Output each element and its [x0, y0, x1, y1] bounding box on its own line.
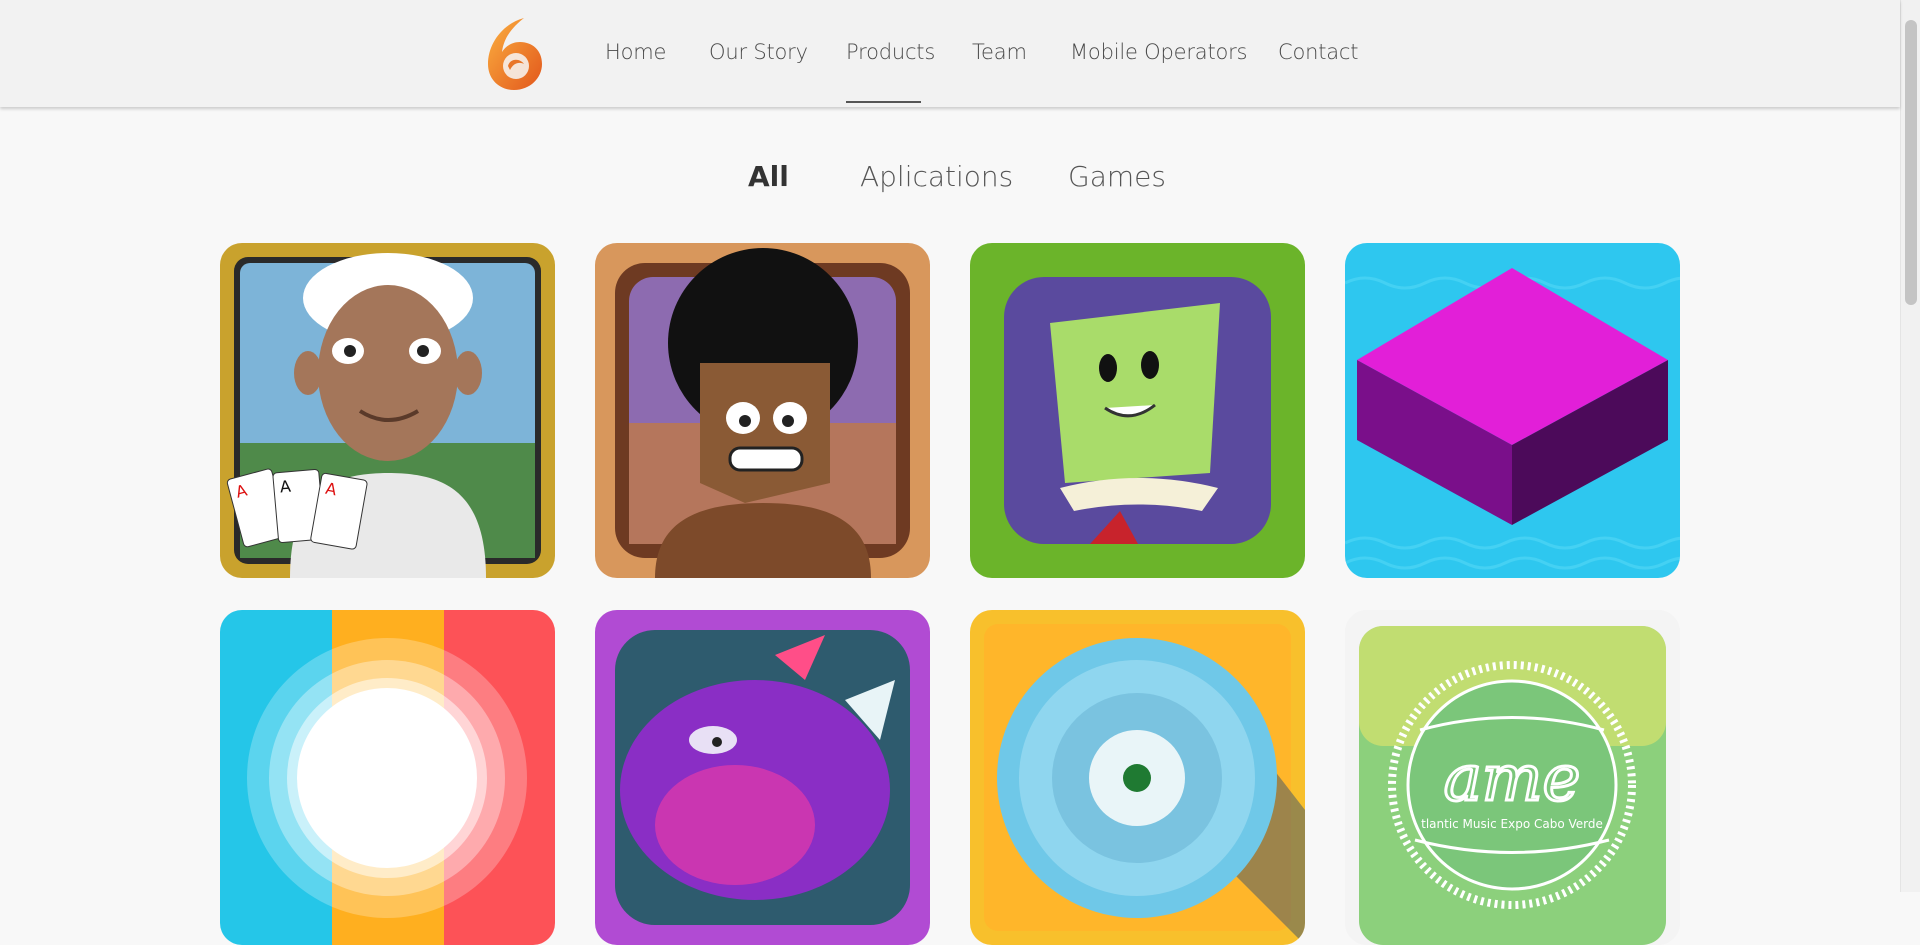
company-logo[interactable]	[480, 14, 546, 94]
purple-crab-icon	[595, 610, 930, 945]
filter-all[interactable]: All	[748, 155, 789, 199]
afro-caveman-icon	[595, 243, 930, 578]
nav-products[interactable]: Products	[846, 34, 935, 70]
product-tile-magenta-cube[interactable]	[1345, 243, 1680, 578]
filter-aplications[interactable]: Aplications	[860, 155, 1013, 199]
page-scrollbar[interactable]	[1900, 0, 1920, 892]
product-tile-color-circle[interactable]	[220, 610, 555, 945]
card-player-icon: A A A	[220, 243, 555, 578]
product-tile-purple-crab[interactable]	[595, 610, 930, 945]
scrollbar-thumb[interactable]	[1905, 20, 1917, 305]
product-tile-card-player[interactable]: A A A	[220, 243, 555, 578]
ame-logo-subtext: tlantic Music Expo Cabo Verde	[1421, 817, 1603, 831]
top-navbar: Home Our Story Products Team Mobile Oper…	[0, 0, 1900, 107]
ame-logo-text: ame	[1444, 742, 1581, 816]
svg-text:A: A	[279, 477, 292, 497]
blue-disc-icon	[970, 610, 1305, 945]
filter-games[interactable]: Games	[1068, 155, 1166, 199]
product-tile-green-monster[interactable]	[970, 243, 1305, 578]
green-monster-icon	[970, 243, 1305, 578]
nav-our-story[interactable]: Our Story	[709, 34, 808, 70]
product-tile-afro-caveman[interactable]	[595, 243, 930, 578]
ame-globe-icon: ame tlantic Music Expo Cabo Verde	[1345, 610, 1680, 945]
nav-mobile-operators[interactable]: Mobile Operators	[1070, 34, 1248, 70]
nav-contact[interactable]: Contact	[1278, 34, 1359, 70]
nav-team[interactable]: Team	[972, 34, 1027, 70]
nav-active-indicator	[846, 101, 921, 103]
color-circle-icon	[220, 610, 555, 945]
product-tile-ame-globe[interactable]: ame tlantic Music Expo Cabo Verde	[1345, 610, 1680, 945]
nav-home[interactable]: Home	[605, 34, 666, 70]
magenta-cube-icon	[1345, 243, 1680, 578]
product-tile-blue-disc[interactable]	[970, 610, 1305, 945]
